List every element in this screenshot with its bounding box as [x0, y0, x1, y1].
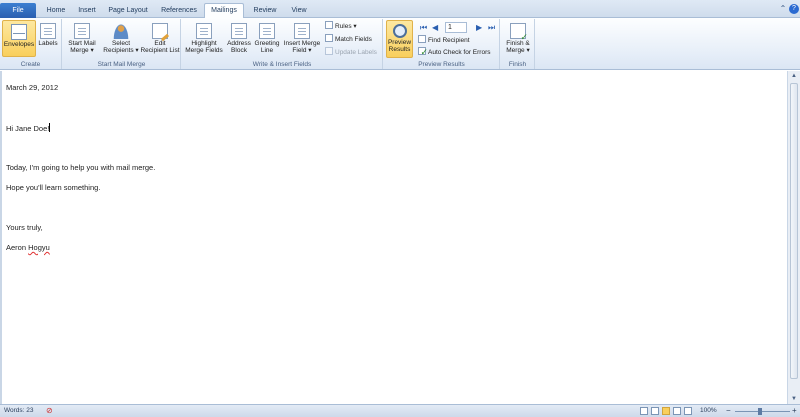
- start-mail-merge-button[interactable]: Start Mail Merge ▾: [64, 20, 100, 58]
- rules-button[interactable]: Rules ▾: [325, 21, 357, 31]
- match-fields-button[interactable]: Match Fields: [325, 34, 372, 44]
- recipients-icon: [113, 23, 129, 39]
- rules-icon: [325, 21, 333, 29]
- edit-list-icon: [152, 23, 168, 39]
- draft-view-icon[interactable]: [684, 407, 692, 415]
- address-block-icon: [231, 23, 247, 39]
- last-record-icon[interactable]: ⏭: [488, 23, 495, 33]
- label-sheet-icon: [40, 23, 56, 39]
- scrollbar-thumb[interactable]: [790, 83, 798, 379]
- misspelled-word: Hogyu: [28, 243, 50, 252]
- ribbon-minimize-icon[interactable]: ⌃: [778, 4, 788, 14]
- envelopes-button[interactable]: Envelopes: [2, 20, 36, 57]
- auto-check-errors-button[interactable]: Auto Check for Errors: [418, 47, 491, 57]
- previous-record-icon[interactable]: ◀: [432, 23, 438, 32]
- mail-merge-document-icon: [74, 23, 90, 39]
- letter-greeting: Hi Jane Doe!: [6, 123, 51, 133]
- highlight-merge-fields-button[interactable]: Highlight Merge Fields: [184, 20, 224, 58]
- scroll-up-icon[interactable]: ▲: [788, 71, 800, 81]
- zoom-in-icon[interactable]: +: [792, 406, 797, 415]
- tab-references[interactable]: References: [156, 4, 202, 18]
- find-recipient-button[interactable]: Find Recipient: [418, 35, 470, 45]
- next-record-icon[interactable]: ▶: [476, 23, 482, 32]
- insert-field-icon: [294, 23, 310, 39]
- tab-mailings[interactable]: Mailings: [204, 3, 244, 18]
- record-number-input[interactable]: 1: [445, 22, 467, 33]
- preview-results-button[interactable]: Preview Results: [386, 20, 413, 58]
- first-record-icon[interactable]: ⏮: [420, 23, 427, 33]
- zoom-slider[interactable]: [735, 411, 790, 412]
- group-start-mail-merge: Start Mail Merge ▾ Select Recipients ▾ E…: [63, 19, 181, 69]
- letter-closing: Yours truly,: [6, 223, 43, 232]
- letter-body-line-1: Today, I'm going to help you with mail m…: [6, 163, 156, 172]
- greeting-line-button[interactable]: Greeting Line: [253, 20, 281, 58]
- group-label-start-mail-merge: Start Mail Merge: [97, 61, 146, 68]
- zoom-out-icon[interactable]: −: [726, 406, 731, 415]
- auto-check-icon: [418, 47, 428, 57]
- labels-button[interactable]: Labels: [37, 20, 59, 57]
- group-create: Envelopes Labels Create: [0, 19, 62, 69]
- tab-view[interactable]: View: [284, 4, 314, 18]
- select-recipients-button[interactable]: Select Recipients ▾: [101, 20, 141, 58]
- letter-body-line-2: Hope you'll learn something.: [6, 183, 101, 192]
- highlight-fields-icon: [196, 23, 212, 39]
- help-icon[interactable]: ?: [789, 4, 799, 14]
- document-canvas[interactable]: March 29, 2012 Hi Jane Doe! Today, I'm g…: [2, 71, 787, 404]
- tab-file[interactable]: File: [0, 3, 36, 18]
- group-label-write-insert-fields: Write & Insert Fields: [252, 61, 312, 68]
- finish-merge-icon: [510, 23, 528, 41]
- word-count[interactable]: Words: 23: [4, 407, 34, 414]
- view-buttons: [640, 407, 695, 417]
- vertical-scrollbar[interactable]: ▲ ▼: [787, 71, 800, 404]
- update-labels-icon: [325, 47, 333, 55]
- finish-merge-button[interactable]: Finish & Merge ▾: [503, 20, 533, 58]
- ribbon-mailings: Envelopes Labels Create Start Mail Merge…: [0, 18, 800, 70]
- proofing-error-icon[interactable]: ⊘: [46, 406, 53, 415]
- group-preview-results: Preview Results ⏮ ◀ 1 ▶ ⏭ Find Recipient…: [384, 19, 500, 69]
- address-block-button[interactable]: Address Block: [225, 20, 253, 58]
- tab-insert[interactable]: Insert: [72, 4, 102, 18]
- find-recipient-icon: [418, 35, 426, 43]
- print-layout-icon[interactable]: [640, 407, 648, 415]
- group-finish: Finish & Merge ▾ Finish: [501, 19, 535, 69]
- tab-page-layout[interactable]: Page Layout: [104, 4, 152, 18]
- scroll-down-icon[interactable]: ▼: [788, 394, 800, 404]
- tab-home[interactable]: Home: [40, 4, 72, 18]
- tab-review[interactable]: Review: [248, 4, 282, 18]
- greeting-line-icon: [259, 23, 275, 39]
- full-screen-reading-icon[interactable]: [651, 407, 659, 415]
- text-cursor: [49, 123, 51, 132]
- match-fields-icon: [325, 34, 333, 42]
- edit-recipient-list-button[interactable]: Edit Recipient List: [139, 20, 181, 58]
- group-write-insert-fields: Highlight Merge Fields Address Block Gre…: [182, 19, 383, 69]
- web-layout-icon[interactable]: [662, 407, 670, 415]
- zoom-slider-knob[interactable]: [758, 408, 762, 415]
- group-label-preview-results: Preview Results: [418, 61, 465, 68]
- magnifier-icon: [392, 24, 407, 38]
- letter-date: March 29, 2012: [6, 83, 59, 92]
- letter-signature: Aeron Hogyu: [6, 243, 50, 252]
- group-label-finish: Finish: [508, 61, 527, 68]
- status-bar: Words: 23 ⊘ 100% − +: [0, 404, 800, 417]
- envelope-icon: [11, 24, 27, 40]
- group-label-create: Create: [20, 61, 41, 68]
- insert-merge-field-button[interactable]: Insert Merge Field ▾: [281, 20, 323, 58]
- update-labels-button[interactable]: Update Labels: [325, 47, 377, 57]
- zoom-level[interactable]: 100%: [700, 407, 717, 414]
- ribbon-tab-bar: File Home Insert Page Layout References …: [0, 0, 800, 18]
- outline-view-icon[interactable]: [673, 407, 681, 415]
